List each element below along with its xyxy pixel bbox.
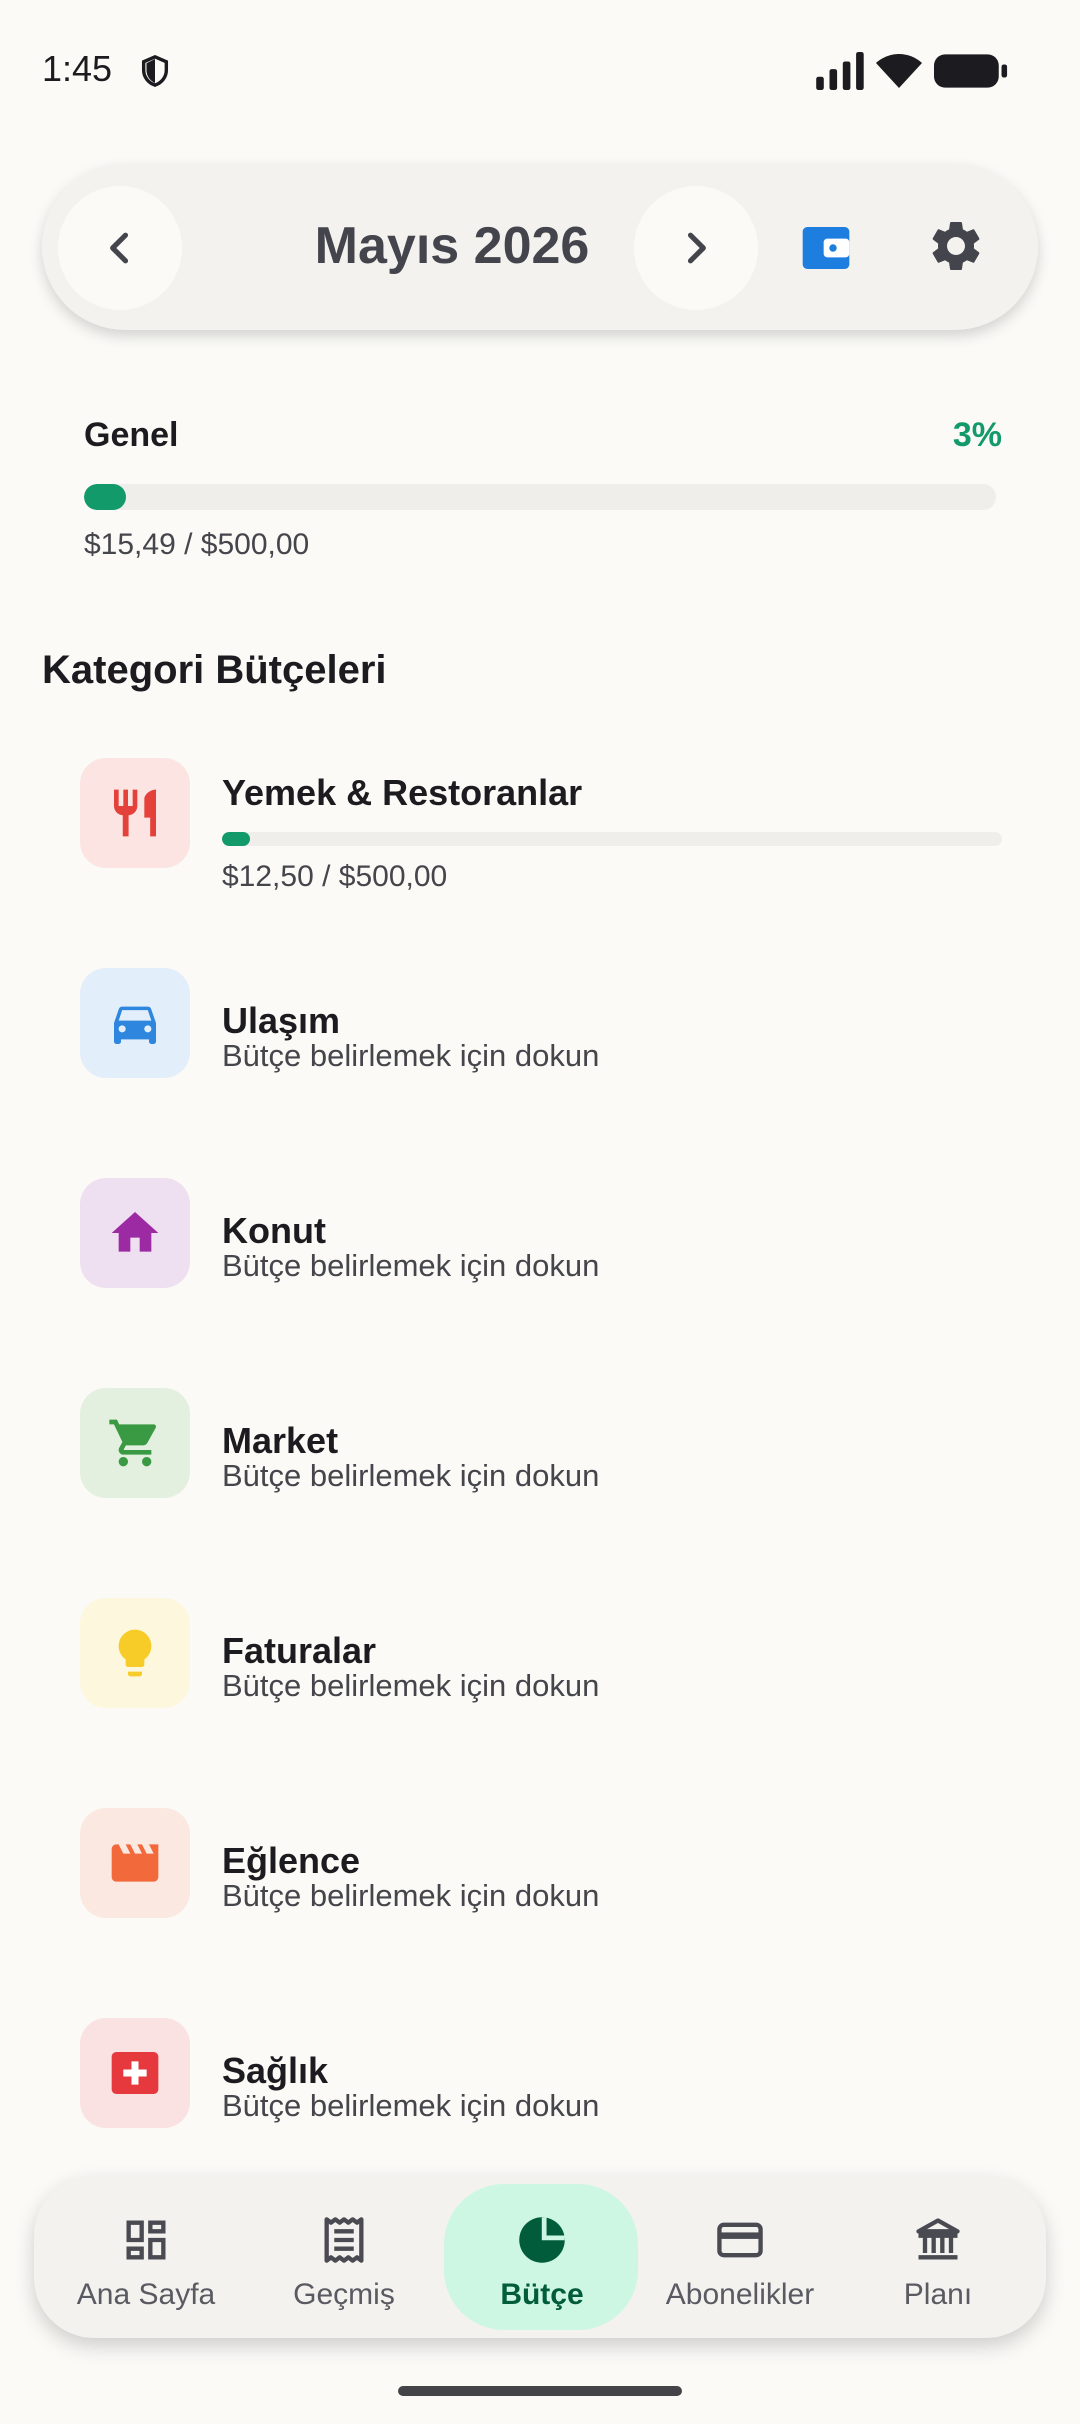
overall-progress-fill <box>84 484 126 510</box>
nav-item-budget[interactable]: Bütçe <box>444 2176 640 2338</box>
wifi-icon <box>876 54 922 88</box>
home-indicator[interactable] <box>398 2386 682 2396</box>
status-time: 1:45 <box>42 48 113 89</box>
category-hint: Bütçe belirlemek için dokun <box>222 1878 600 1913</box>
category-name: Faturalar <box>222 1630 377 1671</box>
category-progress-fill <box>222 832 250 846</box>
pie-chart-icon <box>519 2217 565 2263</box>
category-icon-container <box>80 1388 190 1498</box>
shield-icon <box>141 54 169 87</box>
category-icon-container <box>80 758 190 868</box>
restaurant-icon <box>114 789 156 837</box>
category-name: Konut <box>222 1210 326 1251</box>
next-month-button[interactable] <box>634 186 758 310</box>
overall-budget-label: Genel <box>84 416 179 454</box>
category-icon-container <box>80 1808 190 1918</box>
category-progress-bar <box>222 832 1002 846</box>
category-icon-container <box>80 968 190 1078</box>
previous-month-button[interactable] <box>58 186 182 310</box>
chevron-right-icon <box>687 232 706 264</box>
chevron-left-icon <box>110 232 129 264</box>
category-card-entertainment[interactable]: Eğlence Bütçe belirlemek için dokun <box>42 1770 1038 1954</box>
home-icon <box>111 1212 159 1252</box>
gear-icon[interactable] <box>926 216 986 276</box>
category-card-groceries[interactable]: Market Bütçe belirlemek için dokun <box>42 1350 1038 1534</box>
nav-item-plan[interactable]: Planı <box>840 2176 1036 2338</box>
nav-label: Bütçe <box>500 2278 584 2311</box>
credit-card-icon <box>717 2222 763 2258</box>
nav-label: Abonelikler <box>665 2278 815 2311</box>
battery-icon <box>934 54 1008 88</box>
medical-cross-icon <box>111 2052 159 2094</box>
overall-budget-percent: 3% <box>952 416 1002 454</box>
bottom-navigation: Ana Sayfa Geçmiş Bütçe Abonelikler Planı <box>34 2176 1046 2338</box>
category-hint: Bütçe belirlemek için dokun <box>222 2088 600 2123</box>
category-icon-container <box>80 1598 190 1708</box>
wallet-icon[interactable] <box>798 220 854 276</box>
nav-item-history[interactable]: Geçmiş <box>246 2176 442 2338</box>
category-card-bills[interactable]: Faturalar Bütçe belirlemek için dokun <box>42 1560 1038 1744</box>
category-card-food[interactable]: Yemek & Restoranlar $12,50 / $500,00 <box>42 720 1038 904</box>
category-hint: Bütçe belirlemek için dokun <box>222 1248 600 1283</box>
section-title: Kategori Bütçeleri <box>42 648 387 692</box>
category-name: Yemek & Restoranlar <box>222 772 583 813</box>
category-amount: $12,50 / $500,00 <box>222 860 448 893</box>
nav-label: Planı <box>903 2278 973 2311</box>
receipt-icon <box>324 2217 364 2263</box>
category-hint: Bütçe belirlemek için dokun <box>222 1458 600 1493</box>
nav-label: Ana Sayfa <box>76 2278 216 2311</box>
cart-icon <box>109 1419 157 1467</box>
category-card-housing[interactable]: Konut Bütçe belirlemek için dokun <box>42 1140 1038 1324</box>
category-icon-container <box>80 1178 190 1288</box>
category-name: Market <box>222 1420 339 1461</box>
overall-budget-amount: $15,49 / $500,00 <box>84 528 310 561</box>
nav-item-home[interactable]: Ana Sayfa <box>48 2176 244 2338</box>
category-name: Ulaşım <box>222 1000 341 1041</box>
signal-icon <box>816 52 864 90</box>
lightbulb-icon <box>118 1629 152 1677</box>
dashboard-icon <box>126 2220 166 2260</box>
month-title: Mayıs 2026 <box>314 217 590 275</box>
category-card-transport[interactable]: Ulaşım Bütçe belirlemek için dokun <box>42 930 1038 1114</box>
nav-item-subscriptions[interactable]: Abonelikler <box>642 2176 838 2338</box>
car-icon <box>114 1006 156 1044</box>
category-name: Eğlence <box>222 1840 361 1881</box>
category-hint: Bütçe belirlemek için dokun <box>222 1668 600 1703</box>
category-icon-container <box>80 2018 190 2128</box>
bank-icon <box>916 2218 960 2260</box>
nav-label: Geçmiş <box>293 2278 395 2311</box>
month-header: Mayıs 2026 <box>42 164 1038 330</box>
clapperboard-icon <box>111 1844 159 1882</box>
category-card-health[interactable]: Sağlık Bütçe belirlemek için dokun <box>42 1980 1038 2164</box>
status-bar: 1:45 <box>0 0 1080 140</box>
category-name: Sağlık <box>222 2050 329 2091</box>
overall-budget-card[interactable]: Genel 3% $15,49 / $500,00 <box>42 370 1038 600</box>
category-hint: Bütçe belirlemek için dokun <box>222 1038 600 1073</box>
overall-progress-bar <box>84 484 996 510</box>
